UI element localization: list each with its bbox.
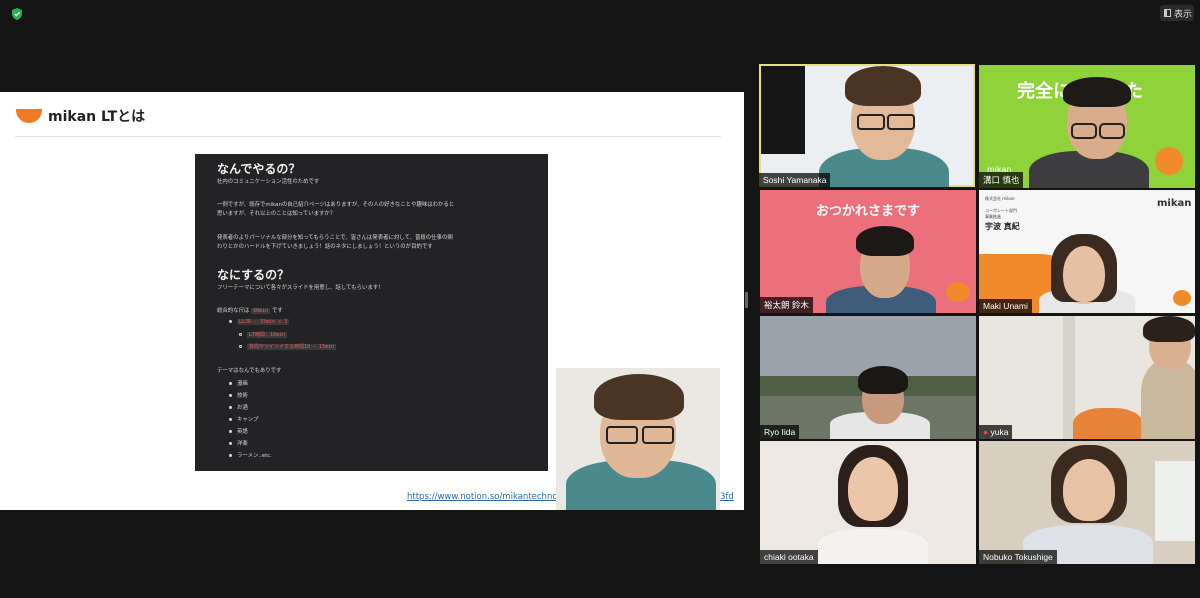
bullet-icon xyxy=(229,418,232,421)
gallery-resize-handle[interactable] xyxy=(745,292,748,308)
background-window xyxy=(1155,461,1195,541)
sub-bullet-item: 質問やツイツイする時間10 - 15min xyxy=(239,343,337,350)
inline-code: 質問やツイツイする時間10 - 15min xyxy=(247,344,337,350)
heading-why: なんでやるの？ xyxy=(217,162,301,176)
company-text: 株式会社 mikan xyxy=(985,196,1015,201)
glasses-icon xyxy=(887,114,915,130)
inline-code: LLJR - 15min x 3 xyxy=(237,319,290,325)
brand-text: mikan xyxy=(1157,198,1192,209)
mikan-mascot-icon xyxy=(1155,147,1183,175)
paragraph: テーマはなんでもありです xyxy=(217,368,282,374)
text: です xyxy=(271,308,283,314)
video-tile-chiaki-ootaka[interactable]: chiaki ootaka xyxy=(760,441,976,564)
background-text: おつかれさまです xyxy=(816,204,921,219)
paragraph: フリーテーマについて各々がスライドを用意し、話してもらいます！ xyxy=(217,285,384,291)
video-tile-suzuki[interactable]: おつかれさまです 裕太朗 鈴木 xyxy=(760,190,976,313)
heading-what: なにするの？ xyxy=(217,268,290,282)
theme-item: 洋楽 xyxy=(229,439,248,447)
glasses-icon xyxy=(642,426,674,444)
mic-muted-icon: ● xyxy=(983,427,989,437)
sub-bullet-item: LT時間：10min xyxy=(239,331,288,338)
bullet-icon xyxy=(229,320,232,323)
inline-code: LT時間：10min xyxy=(247,332,288,338)
divider xyxy=(15,136,721,137)
theme-item: 漫画 xyxy=(229,379,248,387)
participant-name: chiaki ootaka xyxy=(760,550,818,564)
participant-hair xyxy=(856,226,914,256)
participant-hair xyxy=(1063,77,1131,107)
role-text: 事業推進 xyxy=(985,214,1001,219)
notion-link-tail[interactable]: 3fd xyxy=(720,492,734,502)
presenter-video[interactable] xyxy=(556,368,720,510)
slide-title: mikan LTとは xyxy=(48,109,146,125)
theme-item: 技術 xyxy=(229,391,248,399)
participant-name: 裕太朗 鈴木 xyxy=(760,297,813,313)
bullet-icon xyxy=(229,394,232,397)
background-monitor xyxy=(761,66,805,154)
video-tile-mizoguchi[interactable]: 完全に理解した mikan 溝口 慎也 xyxy=(979,65,1195,188)
bullet-icon xyxy=(229,406,232,409)
mikan-mascot-icon xyxy=(946,282,970,302)
participant-hair xyxy=(845,66,921,106)
document-panel: なんでやるの？ 社内のコミュニケーション活性のためです 一例ですが、既存でmik… xyxy=(195,154,548,471)
video-tile-nobuko-tokushige[interactable]: Nobuko Tokushige xyxy=(979,441,1195,564)
participant-name: Soshi Yamanaka xyxy=(759,173,831,187)
paragraph: 思いますが、それ以上のことは知っていますか？ xyxy=(217,211,336,217)
view-layout-icon xyxy=(1164,9,1171,17)
view-button-label: 表示 xyxy=(1174,9,1193,20)
mikan-mascot-icon xyxy=(1173,290,1191,306)
participant-name: Nobuko Tokushige xyxy=(979,550,1057,564)
glasses-icon xyxy=(1071,123,1097,139)
video-tile-maki-unami[interactable]: mikan 株式会社 mikan コーポレート部門 事業推進 宇波 真紀 Mak… xyxy=(979,190,1195,313)
japanese-name: 宇波 真紀 xyxy=(985,222,1020,231)
mikan-logo-icon xyxy=(16,109,42,123)
participant-face xyxy=(848,457,898,521)
presenter-hair xyxy=(594,374,684,420)
glasses-icon xyxy=(606,426,638,444)
video-tile-yuka[interactable]: ● yuka xyxy=(979,316,1195,439)
participant-hair xyxy=(1143,316,1195,342)
participant-body xyxy=(1141,360,1195,439)
bullet-item: LLJR - 15min x 3 xyxy=(229,319,290,325)
paragraph: 一例ですが、既存でmikanの自己紹介ページはありますが、その人の好きなことや趣… xyxy=(217,202,455,208)
paragraph: わりとかのハードルを下げていきましょう！話のネタにしましょう！というのが目的です xyxy=(217,244,433,250)
participant-hair xyxy=(858,366,908,394)
view-button[interactable]: 表示 xyxy=(1160,5,1194,21)
theme-item: キャンプ xyxy=(229,415,258,423)
bullet-icon xyxy=(239,345,242,348)
security-shield-icon[interactable] xyxy=(10,6,24,20)
participant-body xyxy=(818,529,928,564)
participant-face xyxy=(1063,459,1115,521)
participant-name: Ryo Iida xyxy=(760,425,800,439)
orange-chair xyxy=(1073,408,1143,439)
participant-name: ● yuka xyxy=(979,425,1013,439)
video-tile-ryo-iida[interactable]: Ryo Iida xyxy=(760,316,976,439)
glasses-icon xyxy=(1099,123,1125,139)
participant-face-inner xyxy=(1063,246,1105,302)
bullet-icon xyxy=(229,382,232,385)
theme-item: ラーメン..etc. xyxy=(229,451,272,459)
theme-item: 英語 xyxy=(229,427,248,435)
text: 総合的な尺は xyxy=(217,308,250,314)
video-tile-soshi-yamanaka[interactable]: Soshi Yamanaka xyxy=(759,64,975,187)
bullet-icon xyxy=(229,454,232,457)
glasses-icon xyxy=(857,114,885,130)
bullet-icon xyxy=(229,430,232,433)
participant-name: Maki Unami xyxy=(979,299,1032,313)
inline-code: 60min xyxy=(251,308,271,314)
duration-line: 総合的な尺は 60min です xyxy=(217,307,283,316)
bullet-icon xyxy=(239,333,242,336)
paragraph: 社内のコミュニケーション活性のためです xyxy=(217,179,320,185)
participant-name: 溝口 慎也 xyxy=(979,172,1024,188)
theme-item: お酒 xyxy=(229,403,248,411)
bullet-icon xyxy=(229,442,232,445)
paragraph: 発表者のよりパーソナルな部分を知ってもらうことで、皆さんは発表者に対して、普段の… xyxy=(217,235,453,241)
